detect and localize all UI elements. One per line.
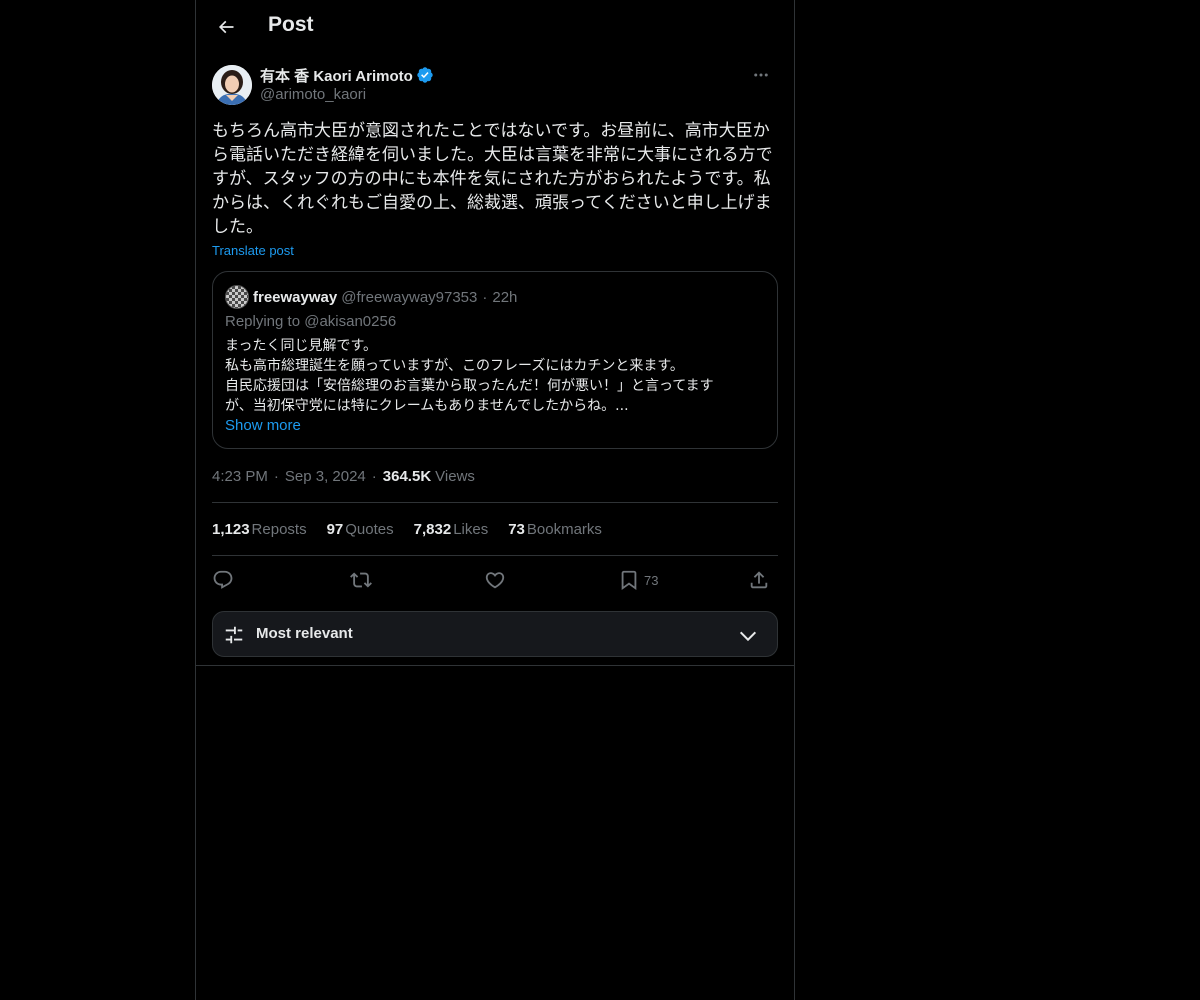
name-line: 有本 香 Kaori Arimoto (260, 65, 434, 85)
quoted-post[interactable]: freewayway @freewayway97353 · 22h Replyi… (212, 271, 778, 449)
bookmark-icon (621, 570, 637, 591)
bookmarks-stat[interactable]: 73 Bookmarks (508, 521, 602, 538)
verified-badge-icon (417, 67, 433, 83)
quote-display-name: freewayway (253, 288, 338, 306)
replying-to: Replying to @akisan0256 (225, 313, 396, 330)
reposts-label: Reposts (251, 520, 307, 538)
quote-handle: @freewayway97353 (341, 288, 478, 306)
post-date[interactable]: Sep 3, 2024 (285, 468, 366, 485)
views-label: Views (435, 467, 475, 485)
show-more-link[interactable]: Show more (225, 417, 301, 434)
sort-replies-dropdown[interactable]: Most relevant (212, 611, 778, 657)
separator-dot: · (371, 467, 377, 485)
sort-label: Most relevant (256, 625, 353, 642)
share-icon (750, 571, 768, 589)
replying-prefix: Replying to (225, 313, 301, 330)
section-divider (196, 665, 794, 666)
page-title: Post (268, 13, 314, 36)
views-count: 364.5K (382, 467, 432, 485)
translate-post-link[interactable]: Translate post (212, 243, 294, 258)
handle[interactable]: @arimoto_kaori (260, 86, 366, 103)
bookmark-button[interactable]: 73 (618, 563, 658, 597)
likes-stat[interactable]: 7,832 Likes (414, 521, 489, 538)
share-button[interactable] (748, 563, 770, 597)
post-meta: 4:23 PM · Sep 3, 2024 · 364.5K Views (212, 466, 475, 486)
avatar-image (212, 65, 252, 105)
post-time[interactable]: 4:23 PM (212, 468, 268, 485)
quote-time: 22h (492, 288, 518, 306)
page-header: Post (196, 0, 794, 54)
quote-line: 自民応援団は「安倍総理のお言葉から取ったんだ！何が悪い！」と言ってます (225, 378, 714, 394)
quote-text: まったく同じ見解です。 私も高市総理誕生を願っていますが、このフレーズにはカチン… (225, 336, 765, 416)
reply-button[interactable] (212, 563, 234, 597)
action-bar: 73 (212, 563, 778, 597)
quotes-label: Quotes (345, 520, 394, 538)
separator-dot: · (482, 288, 488, 306)
quote-line: まったく同じ見解です。 (225, 338, 378, 354)
sliders-icon (225, 626, 243, 644)
reposts-stat[interactable]: 1,123 Reposts (212, 521, 307, 538)
replying-to-handle: @akisan0256 (304, 313, 397, 330)
display-name[interactable]: 有本 香 Kaori Arimoto (260, 65, 413, 86)
quote-header: freewayway @freewayway97353 · 22h (225, 285, 517, 309)
reply-icon (213, 570, 233, 589)
repost-icon (350, 572, 372, 588)
likes-label: Likes (453, 520, 489, 538)
separator-dot: · (273, 467, 279, 485)
chevron-down-icon (739, 631, 757, 642)
quotes-stat[interactable]: 97 Quotes (327, 521, 394, 538)
quote-avatar (225, 285, 249, 309)
quote-line: が、当初保守党には特にクレームもありませんでしたからね。... (225, 398, 629, 414)
repost-button[interactable] (350, 563, 372, 597)
quote-line: 私も高市総理誕生を願っていますが、このフレーズにはカチンと来ます。 (225, 358, 684, 374)
post-stats: 1,123 Reposts 97 Quotes 7,832 Likes 73 Bookm… (212, 519, 622, 539)
bookmarks-count: 73 (508, 520, 525, 538)
arrow-left-icon (218, 20, 234, 34)
post-author: 有本 香 Kaori Arimoto @arimoto_kaori (212, 65, 778, 107)
bookmarks-label: Bookmarks (526, 520, 602, 538)
more-dots-icon (754, 73, 768, 77)
heart-icon (485, 572, 505, 589)
bookmark-count: 73 (644, 572, 659, 588)
reposts-count: 1,123 (212, 520, 250, 538)
primary-column: Post 有本 香 Kaori Arimoto @arimoto_kaori も… (195, 0, 795, 1000)
back-button[interactable] (208, 9, 244, 45)
quotes-count: 97 (326, 520, 344, 538)
avatar[interactable] (212, 65, 252, 105)
post-text: もちろん高市大臣が意図されたことではないです。お昼前に、高市大臣から電話いただき… (212, 121, 773, 237)
divider (212, 555, 778, 556)
more-options-button[interactable] (744, 65, 778, 85)
likes-count: 7,832 (413, 520, 452, 538)
like-button[interactable] (484, 563, 506, 597)
divider (212, 502, 778, 503)
